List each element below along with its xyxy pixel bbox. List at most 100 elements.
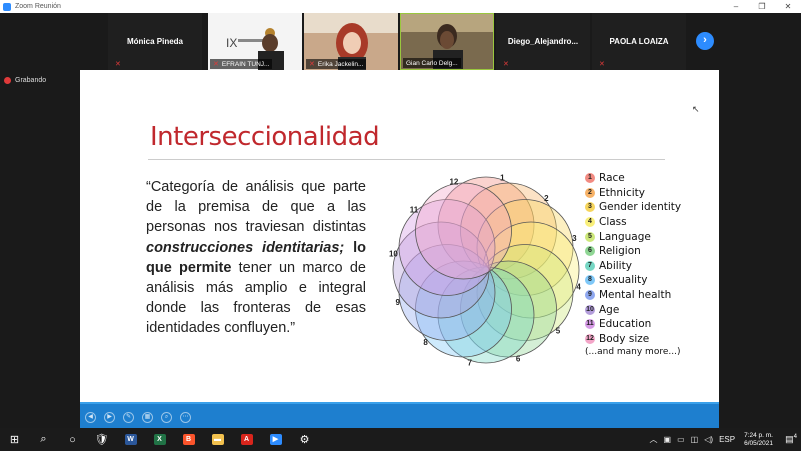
- system-tray: ︿ ▣ ▭ ◫ ◁) ESP 7:24 p. m. 6/05/2021 ▤4: [647, 428, 801, 451]
- slide-title: Interseccionalidad: [150, 122, 380, 152]
- legend-item: 5 Language: [585, 229, 681, 244]
- legend-label: Gender identity: [599, 201, 682, 214]
- participant-tile-erika[interactable]: ✕ Erika Jackelin...: [304, 13, 398, 70]
- shared-slide: Interseccionalidad “Categoría de análisi…: [80, 70, 719, 402]
- identity-legend: 1 Race 2 Ethnicity 3 Gender identity 4 Class 5 La…: [585, 171, 681, 357]
- keyboard-language[interactable]: ESP: [719, 435, 735, 444]
- legend-number-badge: 9: [585, 290, 595, 301]
- zoom-app-icon: [3, 2, 11, 11]
- legend-more: (...and many more...): [585, 347, 681, 358]
- title-divider: [148, 159, 665, 160]
- intersectionality-wheel: 123456789101112: [389, 173, 581, 368]
- next-slide-icon[interactable]: ▶: [104, 412, 115, 423]
- wheel-petal: [415, 182, 512, 280]
- cortana-icon[interactable]: ○: [58, 428, 87, 451]
- wheel-number: 3: [572, 234, 577, 243]
- pen-icon[interactable]: ✎: [123, 412, 134, 423]
- record-icon: [4, 77, 11, 84]
- legend-number-badge: 12: [585, 333, 595, 344]
- participant-tile-monica[interactable]: Mónica Pineda ✕: [108, 13, 202, 70]
- slide-controls-bar: ◀ ▶ ✎ ▦ ⌕ ⋯: [80, 402, 719, 428]
- acrobat-icon[interactable]: A: [232, 428, 261, 451]
- mouse-cursor-icon: ↖: [692, 104, 700, 114]
- participant-caption: ✕ EFRAIN TUNJ...: [210, 59, 273, 69]
- close-button[interactable]: ✕: [775, 0, 801, 13]
- participant-tile-diego[interactable]: Diego_Alejandro... ✕: [496, 13, 590, 70]
- explorer-icon[interactable]: ▬: [203, 428, 232, 451]
- battery-icon[interactable]: ▭: [677, 435, 685, 444]
- participant-tile-efrain[interactable]: IX ✕ EFRAIN TUNJ...: [208, 13, 302, 70]
- recording-label: Grabando: [15, 77, 47, 84]
- show-hidden-icons[interactable]: ︿: [650, 434, 658, 445]
- wheel-number: 7: [467, 359, 472, 368]
- participant-caption: ✕ Erika Jackelin...: [306, 59, 367, 69]
- minimize-button[interactable]: –: [723, 0, 749, 13]
- mic-muted-icon: ✕: [503, 61, 509, 68]
- wheel-number: 4: [576, 282, 581, 291]
- window-titlebar: Zoom Reunión – ❐ ✕: [0, 0, 801, 13]
- wheel-number: 2: [544, 194, 549, 203]
- search-icon[interactable]: ⌕: [29, 428, 58, 451]
- more-options-icon[interactable]: ⋯: [180, 412, 191, 423]
- wheel-number: 8: [423, 338, 428, 347]
- wheel-number: 9: [395, 298, 400, 307]
- legend-item: 10 Age: [585, 302, 681, 317]
- previous-slide-icon[interactable]: ◀: [85, 412, 96, 423]
- window-title: Zoom Reunión: [15, 3, 61, 10]
- recording-indicator[interactable]: Grabando: [4, 77, 46, 84]
- participant-name: Mónica Pineda: [126, 37, 183, 46]
- notifications-icon[interactable]: ▤4: [781, 434, 801, 445]
- mic-muted-icon: ✕: [599, 61, 605, 68]
- legend-label: Language: [599, 230, 651, 243]
- wheel-number: 6: [516, 354, 521, 363]
- brave-icon[interactable]: B: [174, 428, 203, 451]
- settings-icon[interactable]: ⚙: [290, 428, 319, 451]
- mic-muted-icon: ✕: [213, 61, 219, 68]
- grid-icon[interactable]: ▦: [142, 412, 153, 423]
- legend-number-badge: 4: [585, 217, 595, 228]
- network-icon[interactable]: ◫: [691, 435, 699, 444]
- legend-number-badge: 1: [585, 173, 595, 184]
- legend-number-badge: 7: [585, 260, 595, 271]
- legend-item: 4 Class: [585, 215, 681, 230]
- slide-quote: “Categoría de análisis que parte de la p…: [146, 179, 366, 337]
- legend-number-badge: 6: [585, 246, 595, 257]
- participant-tile-paola[interactable]: PAOLA LOAIZA ✕: [592, 13, 686, 70]
- participant-tile-gian[interactable]: Gian Carlo Delg...: [400, 13, 494, 70]
- next-participants-button[interactable]: ›: [696, 32, 714, 50]
- wheel-number: 11: [410, 206, 419, 215]
- app-shield-icon[interactable]: 🛡: [87, 428, 116, 451]
- legend-label: Sexuality: [599, 274, 648, 287]
- svg-text:IX: IX: [226, 36, 237, 50]
- legend-label: Religion: [599, 245, 641, 258]
- participant-caption: Gian Carlo Delg...: [403, 58, 461, 68]
- legend-item: 2 Ethnicity: [585, 186, 681, 201]
- legend-number-badge: 2: [585, 187, 595, 198]
- wheel-number: 1: [500, 173, 505, 182]
- legend-number-badge: 3: [585, 202, 595, 213]
- start-icon[interactable]: ⊞: [0, 428, 29, 451]
- zoom-icon[interactable]: ⌕: [161, 412, 172, 423]
- legend-label: Race: [599, 172, 625, 185]
- security-icon[interactable]: ▣: [664, 435, 672, 444]
- legend-item: 1 Race: [585, 171, 681, 186]
- restore-button[interactable]: ❐: [749, 0, 775, 13]
- legend-item: 3 Gender identity: [585, 200, 681, 215]
- legend-label: Class: [599, 216, 627, 229]
- legend-item: 8 Sexuality: [585, 273, 681, 288]
- word-icon[interactable]: W: [116, 428, 145, 451]
- legend-label: Age: [599, 303, 620, 316]
- legend-number-badge: 5: [585, 231, 595, 242]
- legend-item: 6 Religion: [585, 244, 681, 259]
- legend-label: Ethnicity: [599, 186, 645, 199]
- mic-muted-icon: ✕: [115, 61, 121, 68]
- legend-number-badge: 11: [585, 319, 595, 330]
- legend-label: Body size: [599, 332, 650, 345]
- participant-name: PAOLA LOAIZA: [609, 37, 669, 46]
- mic-muted-icon: ✕: [309, 61, 315, 68]
- excel-icon[interactable]: X: [145, 428, 174, 451]
- volume-icon[interactable]: ◁): [704, 435, 713, 444]
- participant-name: Diego_Alejandro...: [507, 37, 579, 46]
- zoom-icon[interactable]: ▶: [261, 428, 290, 451]
- clock[interactable]: 7:24 p. m. 6/05/2021: [744, 432, 773, 448]
